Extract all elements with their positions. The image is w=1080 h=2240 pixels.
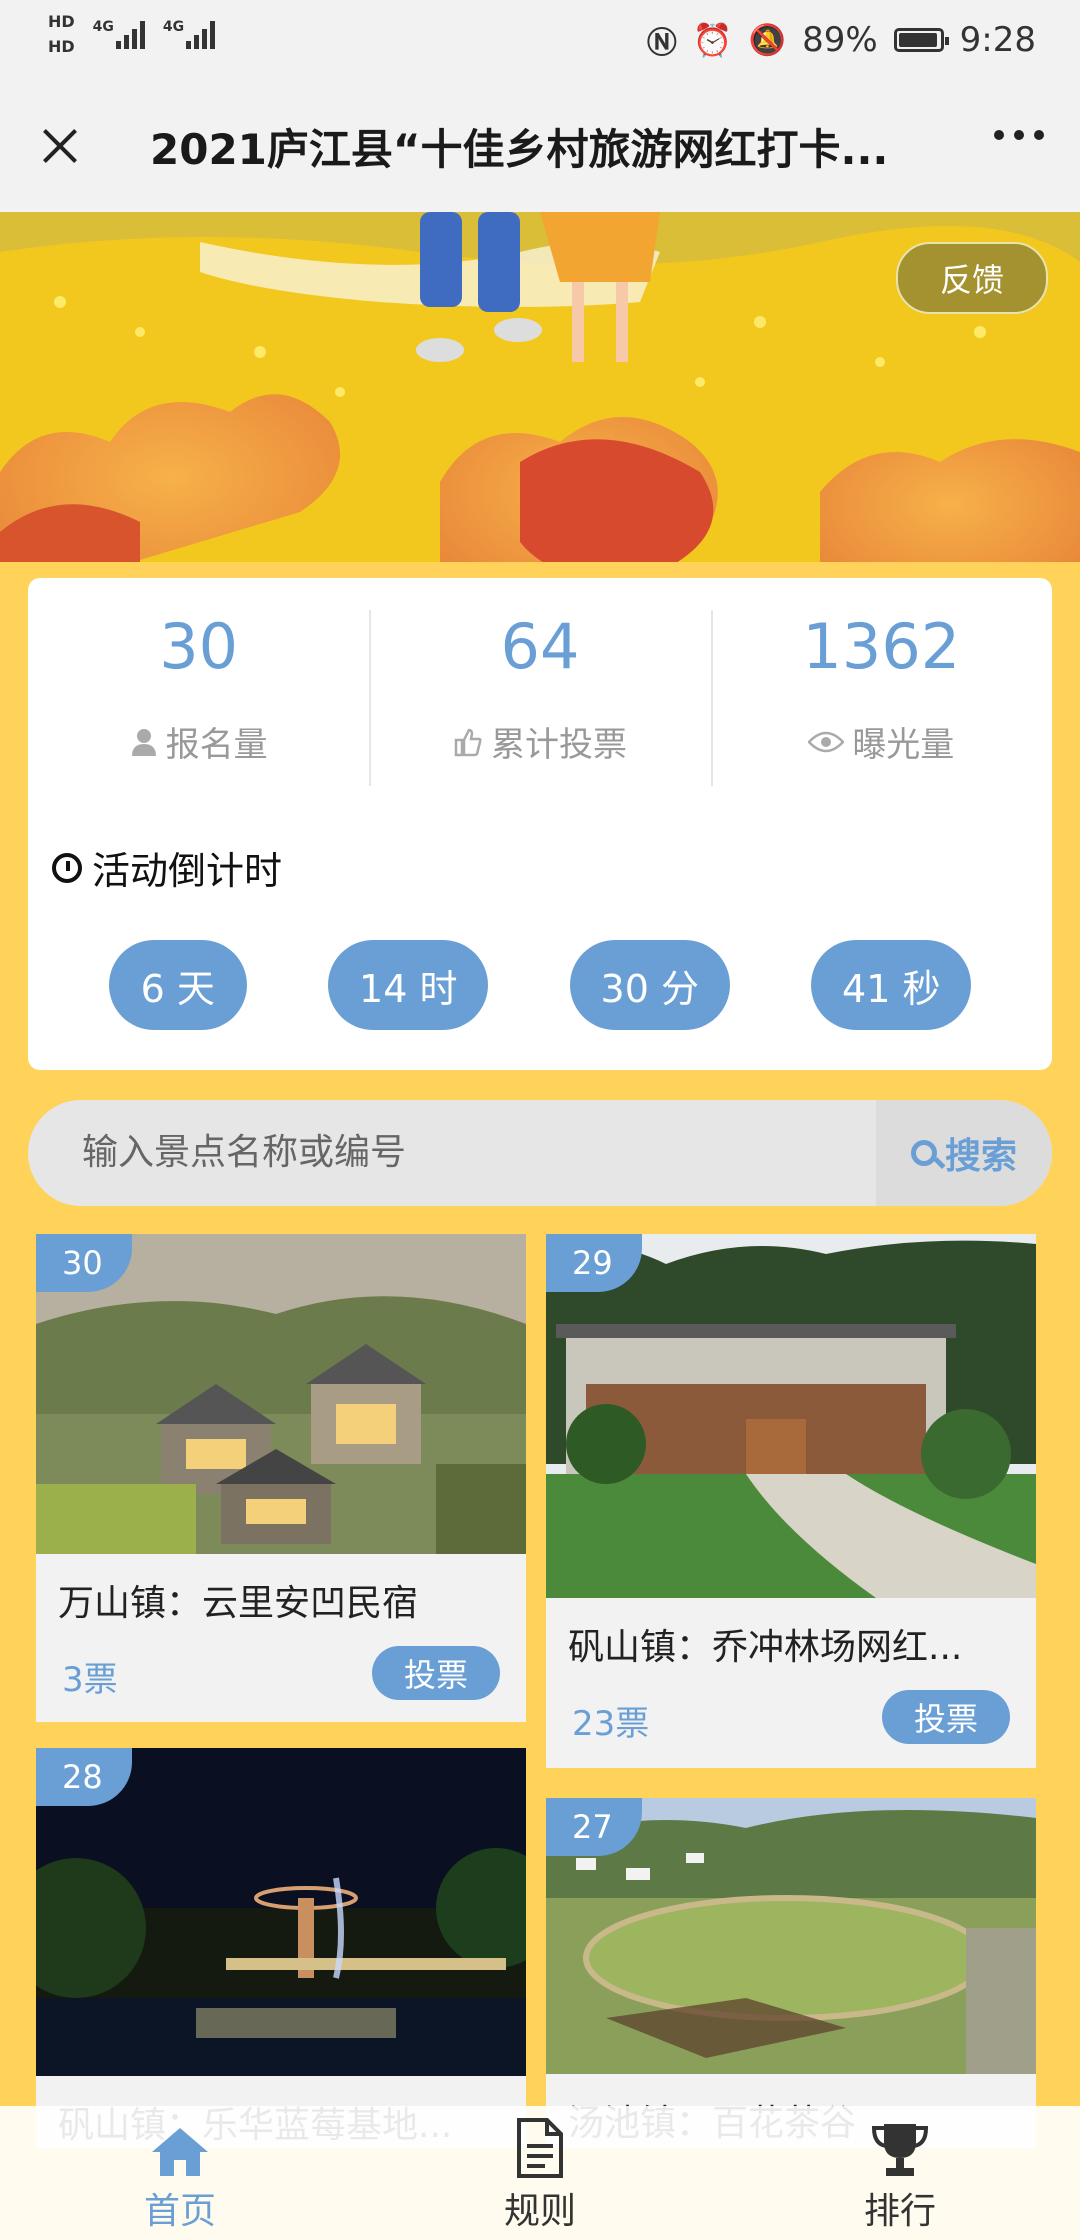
item-votes: 23票 bbox=[572, 1704, 650, 1744]
search-bar: 输入景点名称或编号 搜索 bbox=[28, 1100, 1052, 1206]
item-name: 矾山镇：乔冲林场网红... bbox=[568, 1627, 963, 1668]
item-photo[interactable]: 28 bbox=[36, 1748, 526, 2076]
close-icon[interactable] bbox=[30, 116, 90, 176]
eye-icon bbox=[808, 731, 845, 752]
item-photo[interactable]: 27 bbox=[546, 1798, 1036, 2074]
alarm-icon: ⏰ bbox=[692, 21, 733, 59]
tab-home[interactable]: 首页 bbox=[0, 2106, 360, 2240]
stats-card: 30 报名量 64 累计投票 1362 曝光量 活动倒计时 6 天 14 时 3… bbox=[28, 578, 1052, 1070]
clock-time: 9:28 bbox=[959, 20, 1036, 60]
network-indicators: HD HD 4G 4G bbox=[48, 12, 216, 56]
countdown-title-text: 活动倒计时 bbox=[92, 849, 283, 893]
vote-button[interactable]: 投票 bbox=[372, 1646, 500, 1700]
countdown-title: 活动倒计时 bbox=[52, 840, 282, 895]
thumbs-up-icon bbox=[454, 728, 482, 756]
hd2-label: HD bbox=[48, 37, 75, 56]
item-votes: 3票 bbox=[62, 1660, 118, 1700]
countdown-days: 6 天 bbox=[108, 940, 247, 1030]
battery-icon bbox=[893, 28, 949, 52]
signal1-label: 4G bbox=[92, 19, 114, 35]
banner-image: 反馈 bbox=[0, 212, 1080, 602]
item-photo[interactable]: 30 bbox=[36, 1234, 526, 1554]
nfc-icon: Ⓝ bbox=[646, 26, 677, 61]
stat-signups: 30 报名量 bbox=[28, 604, 369, 804]
stat-votes-value: 64 bbox=[500, 610, 580, 683]
stats-row: 30 报名量 64 累计投票 1362 曝光量 bbox=[28, 578, 1052, 804]
stat-exposure-value: 1362 bbox=[802, 610, 961, 683]
home-icon bbox=[152, 2128, 208, 2176]
status-bar: HD HD 4G 4G Ⓝ ⏰ 🔕 89% 9:28 bbox=[0, 0, 1080, 80]
search-button-label: 搜索 bbox=[944, 1136, 1017, 1177]
trophy-icon bbox=[871, 2124, 929, 2176]
list-item[interactable]: 27 汤池镇：百花茶谷 bbox=[546, 1798, 1036, 2148]
countdown-seconds: 41 秒 bbox=[811, 940, 972, 1030]
search-button[interactable]: 搜索 bbox=[876, 1100, 1052, 1206]
item-photo[interactable]: 29 bbox=[546, 1234, 1036, 1598]
tab-home-label: 首页 bbox=[143, 2191, 216, 2232]
user-icon bbox=[131, 728, 156, 756]
hd1-label: HD bbox=[48, 12, 75, 31]
stat-signups-value: 30 bbox=[159, 610, 239, 683]
more-options-icon[interactable] bbox=[994, 130, 1044, 140]
nav-bar: 2021庐江县“十佳乡村旅游网红打卡... bbox=[0, 80, 1080, 212]
stat-exposure-label: 曝光量 bbox=[852, 725, 955, 765]
search-input[interactable]: 输入景点名称或编号 bbox=[82, 1100, 406, 1206]
vote-button[interactable]: 投票 bbox=[882, 1690, 1010, 1744]
item-photo-image bbox=[546, 1234, 1036, 1598]
item-name: 万山镇：云里安凹民宿 bbox=[58, 1583, 419, 1624]
tab-rules[interactable]: 规则 bbox=[360, 2106, 720, 2240]
document-icon bbox=[517, 2118, 563, 2178]
countdown-minutes: 30 分 bbox=[569, 940, 730, 1030]
stat-exposure: 1362 曝光量 bbox=[710, 604, 1052, 804]
clock-icon bbox=[52, 852, 82, 883]
tab-rules-label: 规则 bbox=[503, 2191, 576, 2232]
signal2-icon: 4G bbox=[162, 19, 216, 49]
signal1-icon: 4G bbox=[93, 19, 145, 49]
search-icon bbox=[910, 1140, 937, 1166]
signal2-label: 4G bbox=[162, 19, 185, 35]
page-title: 2021庐江县“十佳乡村旅游网红打卡... bbox=[150, 124, 889, 174]
battery-percent: 89% bbox=[802, 20, 878, 60]
stat-votes: 64 累计投票 bbox=[369, 604, 710, 804]
stat-signups-label: 报名量 bbox=[165, 725, 268, 765]
list-item[interactable]: 28 矾山镇：乐华蓝莓基地... bbox=[36, 1748, 526, 2148]
tab-ranking-label: 排行 bbox=[863, 2191, 936, 2232]
mute-icon: 🔕 bbox=[748, 22, 787, 58]
list-item[interactable]: 30 万山镇：云里安凹民宿 3票 投票 bbox=[36, 1234, 526, 1722]
tab-ranking[interactable]: 排行 bbox=[720, 2106, 1080, 2240]
feedback-button[interactable]: 反馈 bbox=[896, 242, 1048, 314]
bottom-tab-bar: 首页 规则 排行 bbox=[0, 2106, 1080, 2240]
countdown-hours: 14 时 bbox=[328, 940, 489, 1030]
stat-votes-label: 累计投票 bbox=[490, 725, 627, 765]
countdown-pills: 6 天 14 时 30 分 41 秒 bbox=[28, 940, 1052, 1030]
list-item[interactable]: 29 矾山镇：乔冲林场网红... 23票 投票 bbox=[546, 1234, 1036, 1768]
